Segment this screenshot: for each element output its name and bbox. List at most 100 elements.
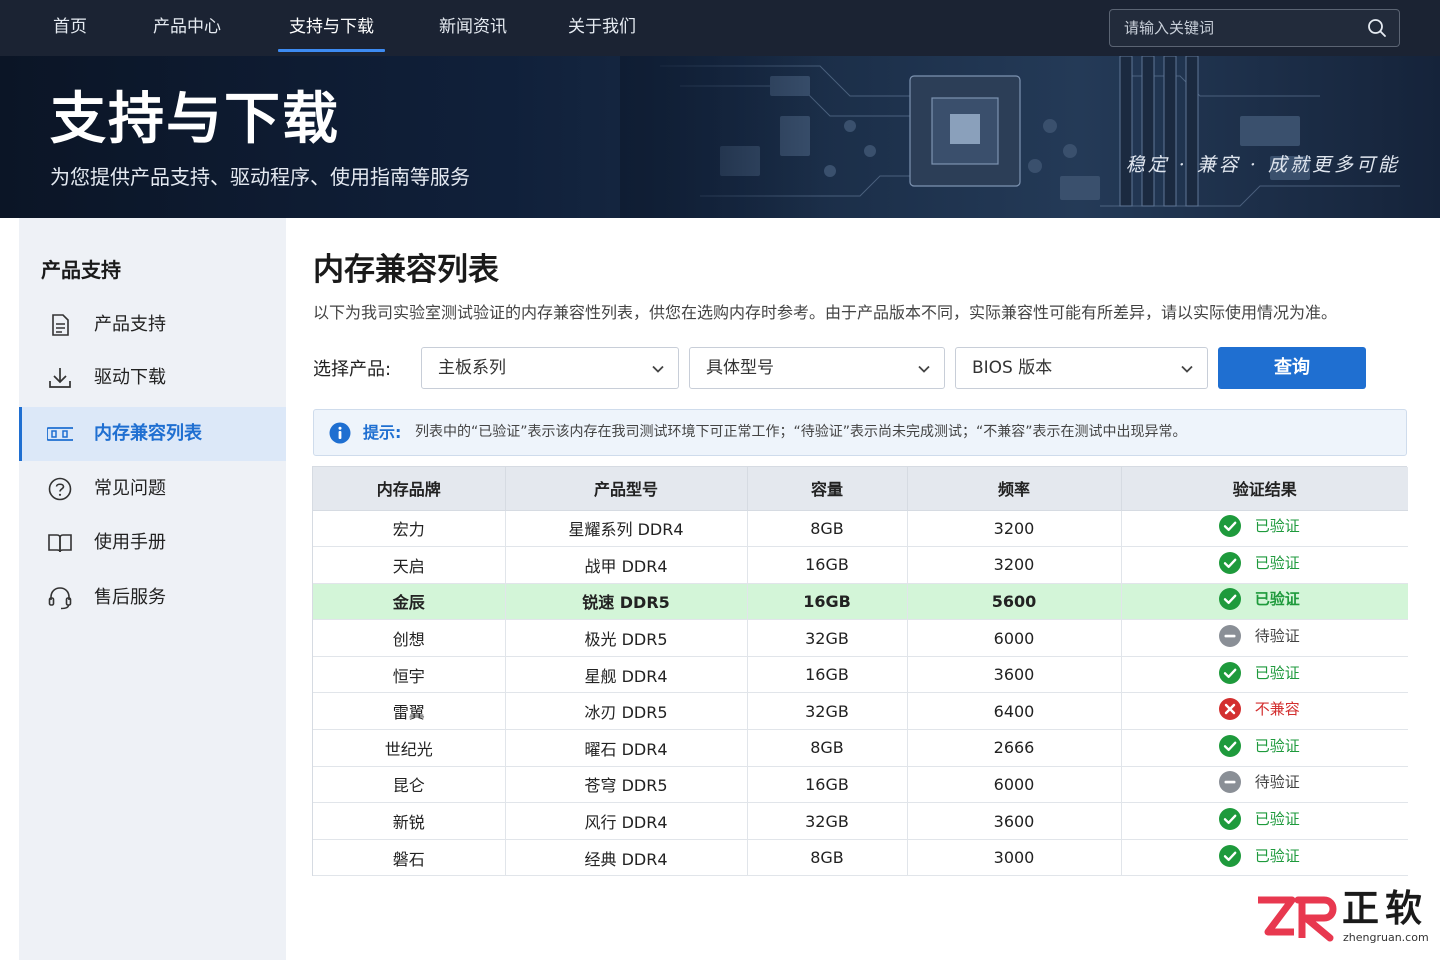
memory-icon [47,427,73,441]
cell-result: 待验证 [1121,619,1408,657]
x-circle-icon [1218,698,1241,721]
cell-brand: 磐石 [313,839,506,877]
sidebar-title: 产品支持 [41,258,121,282]
header-brand: 内存品牌 [313,467,506,511]
question-icon [48,477,72,501]
cell-result: 已验证 [1121,546,1408,584]
cell-result: 已验证 [1121,510,1408,548]
motherboard-image [620,56,1440,218]
zr-logo [1258,896,1337,942]
sidebar: 产品支持 产品支持 驱动下载 内存兼容列表 常见问题 使用手册 售后服务 [19,218,286,960]
status-text: 已验证 [1254,590,1300,609]
cell-capacity: 16GB [747,766,908,804]
cell-brand: 金辰 [313,583,506,621]
page-title: 内存兼容列表 [313,252,499,288]
sidebar-item-manual[interactable]: 使用手册 [19,516,286,570]
status-text: 已验证 [1254,553,1300,572]
headset-icon [48,587,72,610]
header-frequency: 频率 [907,467,1122,511]
model-select[interactable]: 具体型号 [689,347,945,389]
nav-support-download[interactable]: 支持与下载 [278,0,385,56]
nav-home[interactable]: 首页 [52,0,88,56]
cell-capacity: 16GB [747,546,908,584]
table-row: 恒宇 星舰 DDR4 16GB 3600 已验证 [313,656,1408,694]
cell-model: 经典 DDR4 [505,839,748,877]
cell-capacity: 8GB [747,839,908,877]
page-description: 以下为我司实验室测试验证的内存兼容性列表，供您在选购内存时参考。由于产品版本不同… [313,303,1338,322]
compat-table: 内存品牌 产品型号 容量 频率 验证结果 宏力 星耀系列 DDR4 8GB 3200 已… [312,466,1408,877]
cell-frequency: 2666 [907,729,1122,767]
nav-news[interactable]: 新闻资讯 [438,0,508,56]
info-icon [329,422,351,444]
cell-model: 风行 DDR4 [505,802,748,840]
series-select[interactable]: 主板系列 [421,347,679,389]
filter-label: 选择产品: [313,359,392,380]
query-button[interactable]: 查询 [1218,347,1366,389]
status-badge: 待验证 [1218,624,1311,648]
status-badge: 已验证 [1218,734,1311,758]
status-text: 已验证 [1254,517,1300,536]
check-circle-icon [1218,734,1241,757]
banner-title: 支持与下载 [50,87,340,152]
cell-capacity: 16GB [747,656,908,694]
sidebar-item-faq[interactable]: 常见问题 [19,462,286,516]
status-text: 待验证 [1254,627,1300,646]
cell-capacity: 32GB [747,802,908,840]
table-row: 世纪光 曜石 DDR4 8GB 2666 已验证 [313,729,1408,767]
cell-model: 曜石 DDR4 [505,729,748,767]
cell-frequency: 3200 [907,510,1122,548]
banner-subtitle: 为您提供产品支持、驱动程序、使用指南等服务 [50,165,470,189]
chevron-down-icon [918,365,930,373]
table-body: 宏力 星耀系列 DDR4 8GB 3200 已验证 天启 战甲 DDR4 16GB 3200 已验… [313,510,1408,877]
book-icon [48,534,72,553]
chevron-down-icon [1181,365,1193,373]
table-row: 昆仑 苍穹 DDR5 16GB 6000 待验证 [313,766,1408,804]
cell-result: 已验证 [1121,656,1408,694]
cell-capacity: 16GB [747,583,908,621]
sidebar-item-memory-compat[interactable]: 内存兼容列表 [19,407,286,461]
search-input[interactable] [1124,10,1364,46]
check-circle-icon [1218,588,1241,611]
bios-select[interactable]: BIOS 版本 [955,347,1208,389]
notice-text: 列表中的“已验证”表示该内存在我司测试环境下可正常工作；“待验证”表示尚未完成测… [415,424,1187,440]
cell-model: 星耀系列 DDR4 [505,510,748,548]
cell-brand: 世纪光 [313,729,506,767]
sidebar-item-after-sales[interactable]: 售后服务 [19,571,286,625]
sidebar-item-label: 内存兼容列表 [94,423,202,444]
sidebar-item-label: 使用手册 [94,532,166,553]
sidebar-item-product-support[interactable]: 产品支持 [19,298,286,352]
cell-model: 苍穹 DDR5 [505,766,748,804]
header-result: 验证结果 [1121,467,1408,511]
chevron-down-icon [652,365,664,373]
nav-products[interactable]: 产品中心 [152,0,222,56]
cell-frequency: 6000 [907,619,1122,657]
cell-brand: 新锐 [313,802,506,840]
model-select-value: 具体型号 [706,358,774,378]
cell-frequency: 5600 [907,583,1122,621]
cell-brand: 宏力 [313,510,506,548]
sidebar-item-driver-download[interactable]: 驱动下载 [19,351,286,405]
watermark-url: zhengruan.com [1343,931,1429,944]
watermark-name: 正软 [1342,887,1428,930]
table-row: 磐石 经典 DDR4 8GB 3000 已验证 [313,839,1408,877]
cell-result: 不兼容 [1121,692,1408,731]
status-badge: 已验证 [1218,807,1311,831]
table-row: 雷翼 冰刃 DDR5 32GB 6400 不兼容 [313,692,1408,731]
table-row: 新锐 风行 DDR4 32GB 3600 已验证 [313,802,1408,840]
status-badge: 已验证 [1218,587,1311,611]
cell-frequency: 6000 [907,766,1122,804]
cell-result: 已验证 [1121,729,1408,767]
table-row: 宏力 星耀系列 DDR4 8GB 3200 已验证 [313,510,1408,548]
table-header-row: 内存品牌 产品型号 容量 频率 验证结果 [313,467,1408,511]
notice-label: 提示: [363,423,402,442]
nav-about[interactable]: 关于我们 [567,0,637,56]
check-circle-icon [1218,551,1241,574]
search-icon[interactable] [1367,18,1387,38]
cell-capacity: 8GB [747,729,908,767]
table-row: 天启 战甲 DDR4 16GB 3200 已验证 [313,546,1408,584]
cell-result: 待验证 [1121,766,1408,804]
table-row: 创想 极光 DDR5 32GB 6000 待验证 [313,619,1408,657]
status-text: 已验证 [1254,663,1300,682]
status-text: 已验证 [1254,810,1300,829]
cell-capacity: 32GB [747,692,908,731]
